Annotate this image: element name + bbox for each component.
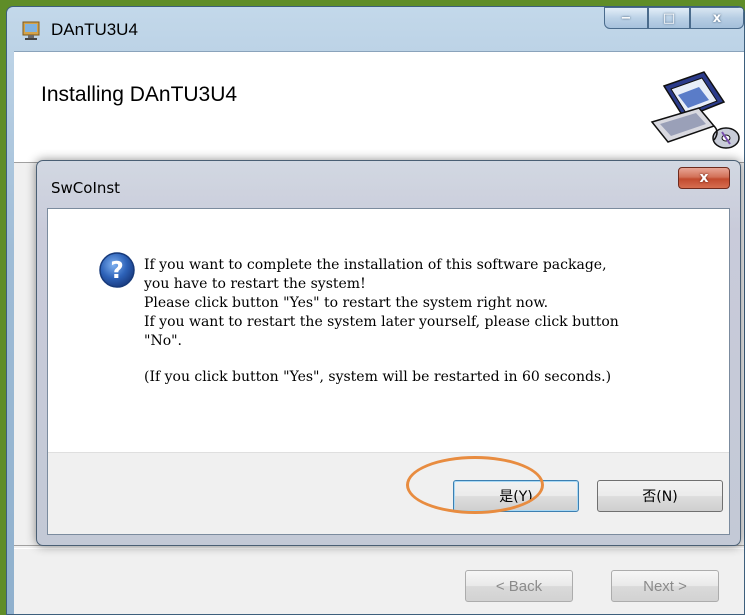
installer-header-band: Installing DAnTU3U4 (14, 52, 744, 163)
message-dialog: SwCoInst x ? If you want to complete the… (36, 160, 741, 546)
restart-note: (If you click button "Yes", system will … (144, 369, 612, 385)
dialog-button-bar: 是(Y) 否(N) (48, 452, 729, 534)
minimize-icon: − (620, 10, 632, 26)
dialog-content: ? If you want to complete the installati… (47, 208, 730, 535)
installer-app-icon (22, 21, 40, 40)
close-icon: x (712, 10, 722, 26)
minimize-button[interactable]: − (604, 7, 648, 29)
dialog-message: If you want to complete the installation… (144, 256, 704, 387)
installer-close-button[interactable]: x (690, 7, 744, 29)
maximize-button[interactable]: □ (648, 7, 690, 29)
page-title: Installing DAnTU3U4 (41, 83, 238, 106)
message-line: Please click button "Yes" to restart the… (144, 295, 549, 311)
installer-window-controls: − □ x (604, 7, 744, 29)
yes-button[interactable]: 是(Y) (453, 480, 579, 512)
computer-icon (650, 71, 740, 149)
message-line: you have to restart the system! (144, 276, 366, 292)
no-button[interactable]: 否(N) (597, 480, 723, 512)
svg-text:?: ? (110, 258, 123, 284)
installer-title: DAnTU3U4 (51, 20, 138, 39)
message-line: "No". (144, 333, 183, 349)
dialog-title: SwCoInst (51, 179, 121, 197)
close-icon: x (699, 170, 709, 186)
question-icon: ? (99, 252, 135, 288)
back-button[interactable]: < Back (465, 570, 573, 602)
maximize-icon: □ (662, 10, 676, 26)
next-button[interactable]: Next > (611, 570, 719, 602)
installer-titlebar[interactable]: DAnTU3U4 − □ x (7, 7, 744, 51)
message-line: If you want to complete the installation… (144, 257, 607, 273)
dialog-close-button[interactable]: x (678, 167, 730, 189)
message-line: If you want to restart the system later … (144, 314, 619, 330)
